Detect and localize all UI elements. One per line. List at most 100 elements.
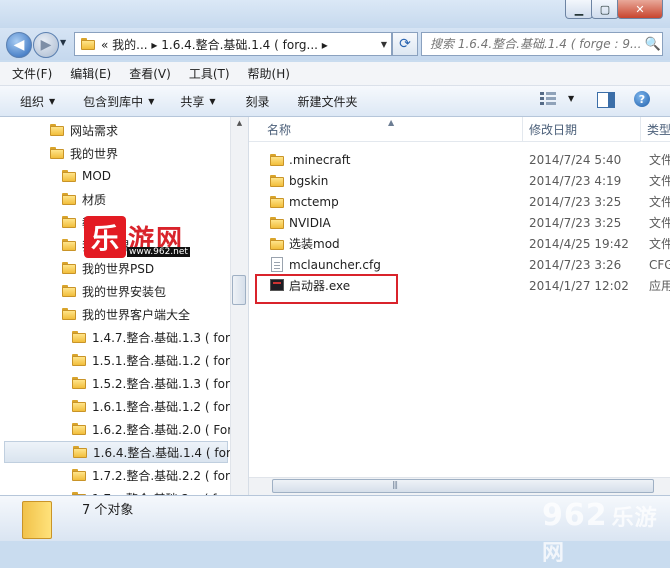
recent-pages-dropdown[interactable]: ▼	[60, 38, 66, 47]
folder-icon	[62, 216, 76, 228]
nav-tree-item[interactable]: 1.6.4.整合.基础.1.4 ( forg	[4, 441, 238, 463]
chevron-down-icon[interactable]: ▼	[568, 94, 574, 103]
file-name: mctemp	[289, 194, 339, 209]
nav-tree-item[interactable]: 1.4.7.整合.基础.1.3 ( forg	[72, 326, 237, 348]
file-date: 2014/1/27 12:02	[529, 278, 629, 293]
menu-edit[interactable]: 编辑(E)	[64, 65, 117, 82]
maximize-button[interactable]: ▢	[591, 0, 619, 19]
file-row[interactable]: mclauncher.cfg 2014/7/23 3:26 CFG	[264, 254, 670, 275]
folder-icon	[270, 154, 284, 166]
folder-icon	[72, 400, 86, 412]
menu-help[interactable]: 帮助(H)	[242, 65, 296, 82]
scroll-up-icon[interactable]: ▲	[231, 119, 248, 127]
forward-button[interactable]: ▶	[33, 32, 59, 58]
menu-file[interactable]: 文件(F)	[6, 65, 58, 82]
nav-tree-item[interactable]: 1.6.1.整合.基础.1.2 ( forg	[72, 395, 237, 417]
folder-icon	[72, 377, 86, 389]
file-type: 文件	[649, 153, 670, 167]
folder-icon	[270, 238, 284, 250]
search-icon[interactable]: 🔍	[644, 37, 662, 52]
folder-icon	[73, 446, 87, 458]
nav-tree-label: 1.6.2.整合.基础.2.0 ( Forg	[92, 422, 240, 437]
menu-tools[interactable]: 工具(T)	[183, 65, 236, 82]
folder-icon	[62, 285, 76, 297]
chevron-down-icon: ▼	[148, 96, 155, 106]
file-name: bgskin	[289, 173, 329, 188]
nav-tree-label: 我的世界PSD	[82, 261, 155, 276]
nav-tree-item[interactable]: 1.7.2.整合.基础.2.2 ( forg	[72, 464, 237, 486]
nav-tree-item[interactable]: 我的世界安装包	[62, 280, 166, 302]
minimize-button[interactable]: ▁	[565, 0, 593, 19]
file-type: 文件	[649, 174, 670, 188]
file-type: 文件	[649, 195, 670, 209]
nav-scrollbar[interactable]: ▲	[230, 117, 248, 495]
chevron-down-icon: ▼	[49, 96, 56, 106]
help-icon[interactable]: ?	[634, 91, 650, 107]
folder-icon	[62, 170, 76, 182]
breadcrumb[interactable]: « 我的... ▸ 1.6.4.整合.基础.1.4 ( forg... ▸	[101, 36, 377, 53]
file-type: 文件	[649, 216, 670, 230]
new-folder-button[interactable]: 新建文件夹	[298, 93, 358, 110]
nav-tree-item[interactable]: 1.5.1.整合.基础.1.2 ( forg	[72, 349, 237, 371]
file-name: NVIDIA	[289, 215, 331, 230]
file-row[interactable]: .minecraft 2014/7/24 5:40 文件	[264, 149, 670, 170]
share-label: 共享	[180, 94, 205, 109]
preview-pane-icon[interactable]	[597, 92, 615, 108]
file-type: 应用	[649, 279, 670, 293]
folder-icon	[270, 175, 284, 187]
file-row[interactable]: 选装mod 2014/4/25 19:42 文件	[264, 233, 670, 254]
nav-tree-label: 我的世界	[70, 146, 119, 161]
horizontal-scrollbar-thumb[interactable]	[272, 479, 654, 493]
address-bar[interactable]: « 我的... ▸ 1.6.4.整合.基础.1.4 ( forg... ▸ ▼	[74, 32, 392, 56]
nav-tree-item[interactable]: 网站需求	[50, 119, 118, 141]
folder-icon	[72, 331, 86, 343]
close-button[interactable]: ✕	[617, 0, 663, 19]
include-library-label: 包含到库中	[83, 94, 144, 109]
folder-icon	[72, 469, 86, 481]
file-name: .minecraft	[289, 152, 351, 167]
nav-tree-item[interactable]: 我的世界PSD	[62, 257, 154, 279]
column-date-modified[interactable]: 修改日期	[523, 117, 641, 141]
navigation-pane: 网站需求我的世界MOD材质教程我的世界我的世界PSD我的世界安装包我的世界客户端…	[0, 117, 249, 495]
chevron-down-icon[interactable]: ▼	[377, 40, 391, 49]
share-button[interactable]: 共享 ▼	[180, 93, 215, 110]
file-date: 2014/7/23 3:25	[529, 215, 622, 230]
column-type[interactable]: 类型	[641, 117, 670, 141]
nav-tree-item[interactable]: 材质	[62, 188, 106, 210]
back-button[interactable]: ◀	[6, 32, 32, 58]
folder-icon	[270, 196, 284, 208]
burn-button[interactable]: 刻录	[246, 93, 270, 110]
nav-tree-item[interactable]: 我的世界	[50, 142, 118, 164]
nav-scrollbar-thumb[interactable]	[232, 275, 246, 305]
nav-tree-label: MOD	[82, 169, 112, 183]
refresh-button[interactable]: ⟳	[392, 32, 418, 56]
document-icon	[271, 257, 283, 272]
nav-tree-item[interactable]: 我的世界客户端大全	[62, 303, 190, 325]
watermark-logo-mark: 乐	[84, 216, 126, 258]
include-library-button[interactable]: 包含到库中 ▼	[83, 93, 154, 110]
nav-tree-label: 1.4.7.整合.基础.1.3 ( forg	[92, 330, 238, 345]
file-row[interactable]: mctemp 2014/7/23 3:25 文件	[264, 191, 670, 212]
search-input[interactable]	[428, 36, 644, 52]
nav-tree-item[interactable]: 1.6.2.整合.基础.2.0 ( Forg	[72, 418, 240, 440]
file-name: mclauncher.cfg	[289, 257, 381, 272]
nav-tree-item[interactable]: MOD	[62, 165, 111, 187]
menu-view[interactable]: 查看(V)	[123, 65, 177, 82]
nav-tree-label: 1.5.2.整合.基础.1.3 ( forg	[92, 376, 238, 391]
sort-ascending-icon: ▲	[388, 118, 395, 127]
nav-tree-label: 1.5.1.整合.基础.1.2 ( forg	[92, 353, 238, 368]
nav-tree-label: 1.6.4.整合.基础.1.4 ( forg	[93, 445, 239, 460]
nav-tree-label: 网站需求	[70, 123, 119, 138]
nav-tree-label: 我的世界客户端大全	[82, 307, 191, 322]
view-options-icon[interactable]	[540, 92, 556, 106]
nav-tree-item[interactable]: 1.7.x.整合.基础.2.x ( forg	[72, 487, 236, 495]
file-date: 2014/7/23 3:25	[529, 194, 622, 209]
file-row[interactable]: bgskin 2014/7/23 4:19 文件	[264, 170, 670, 191]
file-row[interactable]: NVIDIA 2014/7/23 3:25 文件	[264, 212, 670, 233]
chevron-down-icon: ▼	[209, 96, 216, 106]
organize-button[interactable]: 组织 ▼	[20, 93, 55, 110]
nav-tree-item[interactable]: 1.5.2.整合.基础.1.3 ( forg	[72, 372, 237, 394]
folder-icon	[72, 354, 86, 366]
organize-label: 组织	[20, 94, 45, 109]
search-box[interactable]: 🔍	[421, 32, 663, 56]
